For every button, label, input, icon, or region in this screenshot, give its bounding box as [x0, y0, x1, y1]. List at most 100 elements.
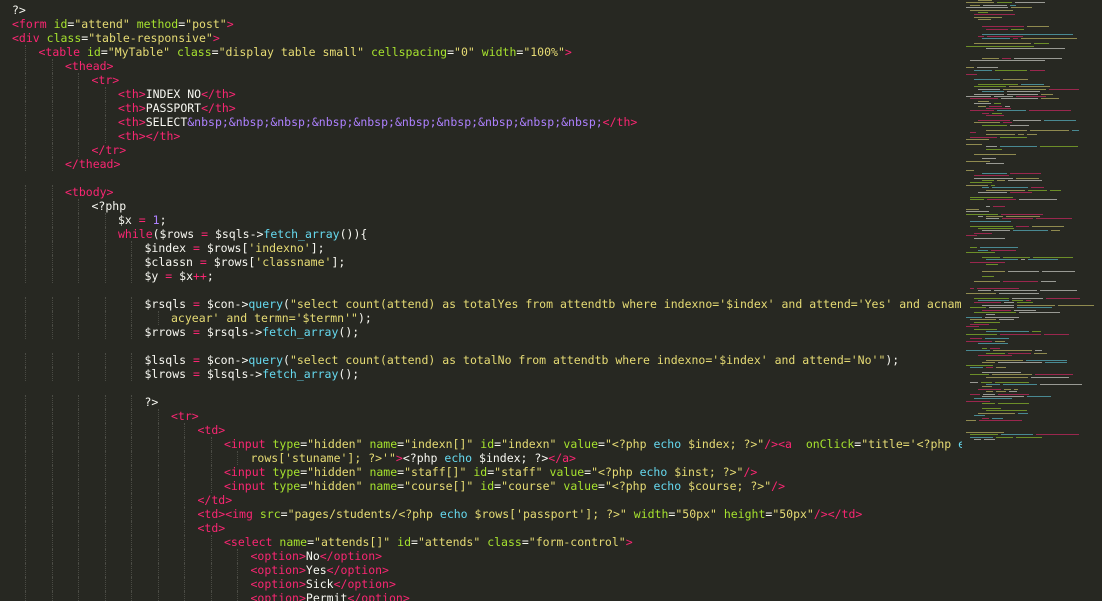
- html-tag: <option>: [250, 591, 306, 601]
- minimap-line: [1041, 271, 1076, 273]
- code-line[interactable]: ?>: [0, 3, 962, 17]
- minimap-line: [983, 4, 1007, 6]
- indent-guide: [131, 423, 133, 437]
- code-line[interactable]: <?php: [0, 199, 962, 213]
- code-line[interactable]: $classn = $rows['classname'];: [0, 255, 962, 269]
- indent-guide: [184, 535, 186, 549]
- minimap-line: [986, 376, 1029, 378]
- code-line[interactable]: <th>SELECT&nbsp;&nbsp;&nbsp;&nbsp;&nbsp;…: [0, 115, 962, 129]
- code-line[interactable]: <td>: [0, 423, 962, 437]
- code-line[interactable]: <th>PASSPORT</th>: [0, 101, 962, 115]
- minimap-line: [978, 228, 1015, 229]
- minimap-line: [982, 348, 988, 349]
- code-line[interactable]: rows['stuname']; ?>'"><?php echo $index;…: [0, 451, 962, 465]
- code-area[interactable]: ?> <form id="attend" method="post"> <div c…: [0, 3, 962, 601]
- code-text: SELECT: [145, 115, 188, 129]
- html-tag: <th>: [118, 101, 146, 115]
- code-line[interactable]: <option>No</option>: [0, 549, 962, 563]
- code-line[interactable]: $y = $x++;: [0, 269, 962, 283]
- minimap-line: [966, 208, 980, 210]
- indent-guide: [51, 465, 53, 479]
- minimap-line: [986, 48, 1065, 49]
- minimap-line: [1002, 88, 1046, 90]
- code-line[interactable]: <tr>: [0, 409, 962, 423]
- indent-guide: [104, 353, 106, 367]
- minimap-line: [1003, 384, 1038, 385]
- code-text: );: [885, 353, 900, 367]
- code-line[interactable]: <input type="hidden" name="indexn[]" id=…: [0, 437, 962, 451]
- code-line[interactable]: $x = 1;: [0, 213, 962, 227]
- minimap-line: [966, 74, 978, 76]
- minimap-line: [1009, 172, 1041, 174]
- code-line[interactable]: <tbody>: [0, 185, 962, 199]
- minimap-line: [970, 196, 1014, 198]
- code-line[interactable]: $rsqls = $con->query("select count(atten…: [0, 297, 962, 311]
- html-tag: <thead>: [65, 59, 114, 73]
- minimap-line: [992, 350, 1032, 352]
- code-text: $rsqls->: [199, 325, 263, 339]
- code-line[interactable]: <option>Sick</option>: [0, 577, 962, 591]
- minimap-line: [1048, 88, 1079, 90]
- minimap-line: [1031, 376, 1070, 378]
- code-line[interactable]: $lrows = $lsqls->fetch_array();: [0, 367, 962, 381]
- attribute-name: name: [369, 479, 398, 493]
- minimap-line: [982, 403, 996, 405]
- code-line[interactable]: $index = $rows['indexno'];: [0, 241, 962, 255]
- minimap-line: [986, 115, 1005, 117]
- code-line[interactable]: acyear' and termn='$termn'");: [0, 311, 962, 325]
- minimap-line: [1016, 96, 1047, 97]
- minimap-line: [1034, 350, 1042, 352]
- code-line[interactable]: [0, 283, 962, 297]
- function-name: fetch_array: [262, 325, 339, 339]
- code-line[interactable]: <tr>: [0, 73, 962, 87]
- code-line[interactable]: <thead>: [0, 59, 962, 73]
- code-line[interactable]: </td>: [0, 493, 962, 507]
- code-line[interactable]: ?>: [0, 395, 962, 409]
- code-line[interactable]: $lsqls = $con->query("select count(atten…: [0, 353, 962, 367]
- code-text: $rows[: [206, 255, 256, 269]
- code-line[interactable]: <div class="table-responsive">: [0, 31, 962, 45]
- code-line[interactable]: <select name="attends[]" id="attends" cl…: [0, 535, 962, 549]
- indent-guide: [131, 353, 133, 367]
- string-literal: 'indexno': [248, 241, 311, 255]
- code-line[interactable]: while($rows = $sqls->fetch_array()){: [0, 227, 962, 241]
- indent-guide: [104, 437, 106, 451]
- minimap-line: [995, 391, 1006, 393]
- code-line[interactable]: $rrows = $rsqls->fetch_array();: [0, 325, 962, 339]
- minimap-line: [1031, 187, 1045, 189]
- indent-guide: [210, 549, 212, 563]
- indent-guide: [51, 115, 53, 129]
- minimap-line: [970, 319, 996, 321]
- code-line[interactable]: [0, 339, 962, 353]
- minimap-line: [966, 235, 977, 237]
- code-editor[interactable]: ?> <form id="attend" method="post"> <div c…: [0, 0, 1102, 601]
- code-text: =: [100, 45, 108, 59]
- code-line[interactable]: <th></th>: [0, 129, 962, 143]
- minimap-line: [1057, 304, 1094, 306]
- minimap-line: [997, 180, 1006, 181]
- minimap-line: [986, 259, 1019, 261]
- minimap[interactable]: [962, 0, 1102, 601]
- code-line[interactable]: <th>INDEX NO</th>: [0, 87, 962, 101]
- code-text: ?>: [144, 395, 159, 409]
- code-line[interactable]: [0, 381, 962, 395]
- code-line[interactable]: <table id="MyTable" class="display table…: [0, 45, 962, 59]
- minimap-line: [982, 372, 1022, 373]
- minimap-line: [982, 276, 995, 277]
- code-line[interactable]: <td>: [0, 521, 962, 535]
- code-line[interactable]: <option>Permit</option>: [0, 591, 962, 601]
- code-line[interactable]: <td><img src="pages/students/<?php echo …: [0, 507, 962, 521]
- string-literal: $index; ?>": [681, 437, 765, 451]
- code-line[interactable]: </tr>: [0, 143, 962, 157]
- function-name: query: [248, 353, 283, 367]
- code-line[interactable]: <input type="hidden" name="course[]" id=…: [0, 479, 962, 493]
- code-line[interactable]: <form id="attend" method="post">: [0, 17, 962, 31]
- code-line[interactable]: <option>Yes</option>: [0, 563, 962, 577]
- code-line[interactable]: <input type="hidden" name="staff[]" id="…: [0, 465, 962, 479]
- code-line[interactable]: </thead>: [0, 157, 962, 171]
- code-text: <?php: [402, 451, 445, 465]
- minimap-line: [986, 218, 1000, 220]
- indent-guide: [25, 423, 27, 437]
- code-line[interactable]: [0, 171, 962, 185]
